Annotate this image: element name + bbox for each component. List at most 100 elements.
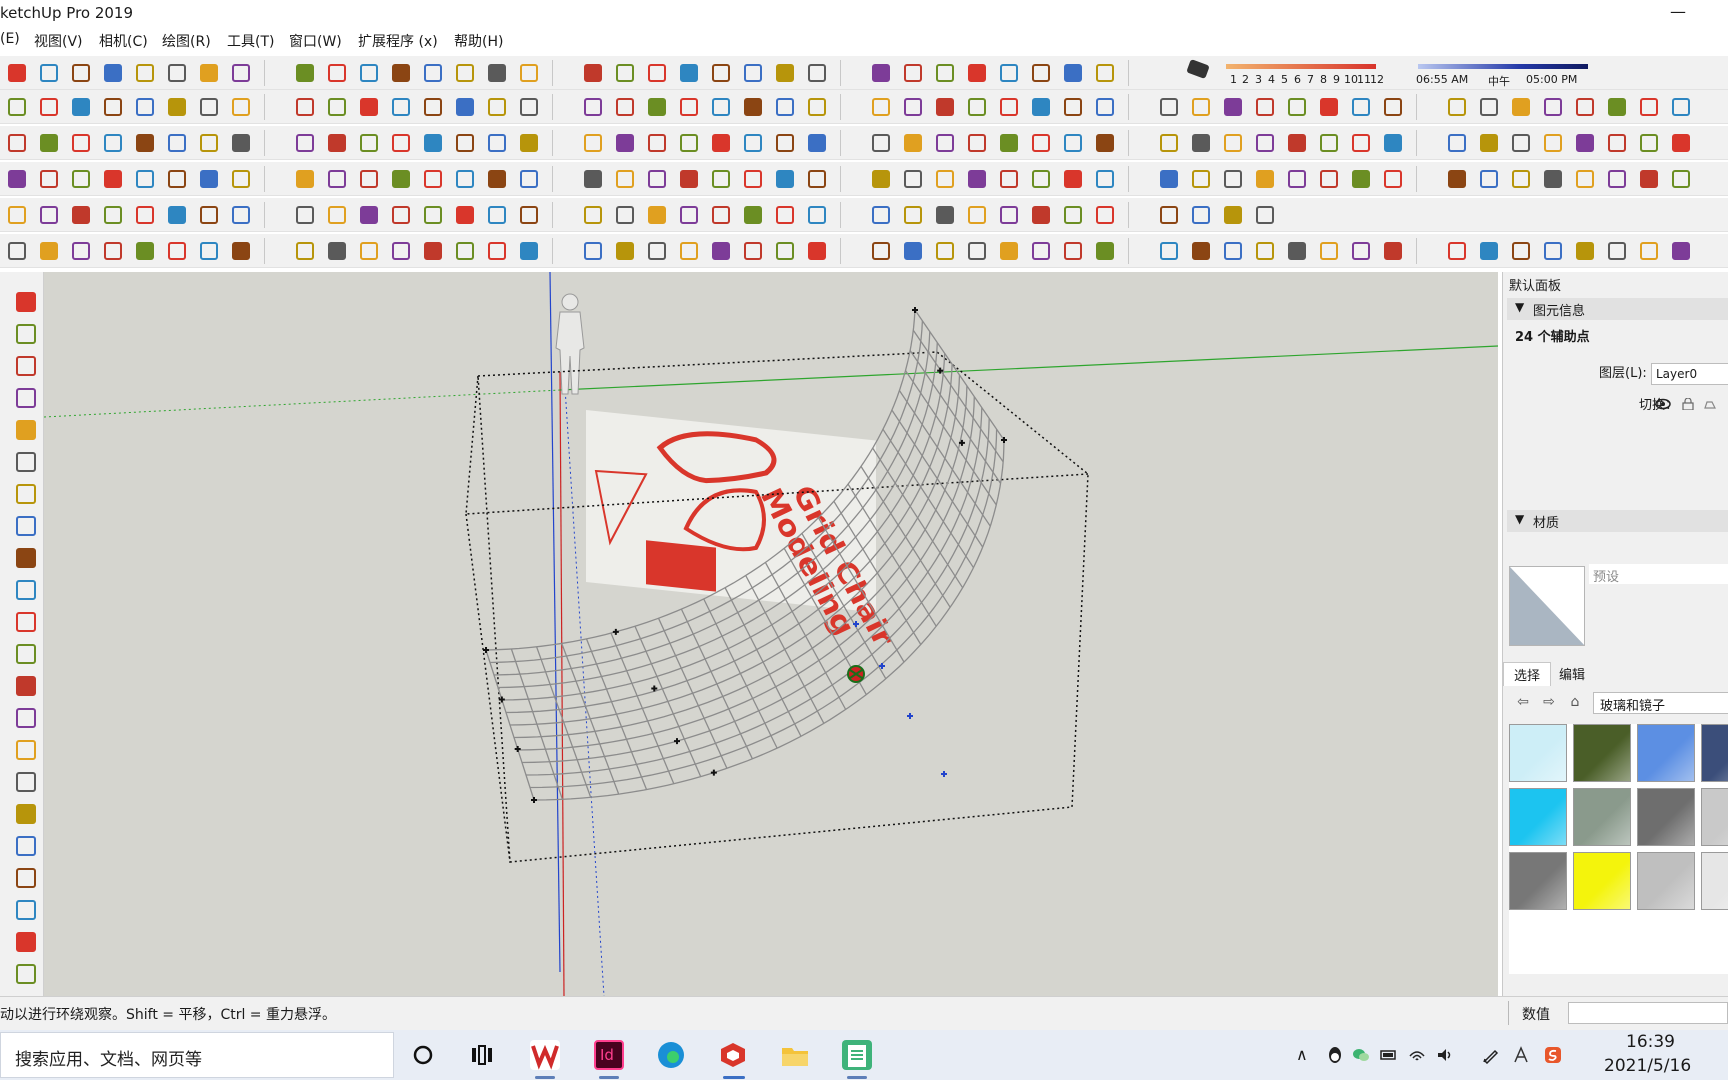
toolbar-tool-icon[interactable] bbox=[488, 242, 506, 260]
back-arrow-icon[interactable]: ⇦ bbox=[1515, 694, 1531, 710]
volume-icon[interactable] bbox=[1436, 1046, 1454, 1064]
toolbar-tool-icon[interactable] bbox=[744, 134, 762, 152]
toolbar-tool-icon[interactable] bbox=[8, 64, 26, 82]
large-tool-icon[interactable] bbox=[16, 484, 36, 504]
toolbar-tool-icon[interactable] bbox=[104, 170, 122, 188]
toolbar-tool-icon[interactable] bbox=[424, 170, 442, 188]
toolbar-tool-icon[interactable] bbox=[424, 242, 442, 260]
toolbar-tool-icon[interactable] bbox=[40, 242, 58, 260]
measurements-box[interactable] bbox=[1568, 1002, 1728, 1024]
toolbar-tool-icon[interactable] bbox=[872, 206, 890, 224]
toolbar-tool-icon[interactable] bbox=[104, 206, 122, 224]
large-tool-icon[interactable] bbox=[16, 964, 36, 984]
toolbar-tool-icon[interactable] bbox=[1448, 170, 1466, 188]
material-swatch[interactable] bbox=[1637, 788, 1695, 846]
toolbar-tool-icon[interactable] bbox=[1096, 242, 1114, 260]
toolbar-tool-icon[interactable] bbox=[328, 98, 346, 116]
toolbar-tool-icon[interactable] bbox=[712, 98, 730, 116]
toolbar-tool-icon[interactable] bbox=[40, 170, 58, 188]
large-tool-icon[interactable] bbox=[16, 452, 36, 472]
toolbar-tool-icon[interactable] bbox=[1096, 206, 1114, 224]
toolbar-tool-icon[interactable] bbox=[200, 206, 218, 224]
indesign-app-icon[interactable]: Id bbox=[594, 1040, 624, 1070]
layer-dropdown[interactable]: Layer0 bbox=[1651, 363, 1728, 385]
toolbar-tool-icon[interactable] bbox=[136, 98, 154, 116]
toolbar-tool-icon[interactable] bbox=[1064, 242, 1082, 260]
toolbar-tool-icon[interactable] bbox=[1096, 64, 1114, 82]
toolbar-tool-icon[interactable] bbox=[72, 134, 90, 152]
toolbar-tool-icon[interactable] bbox=[648, 64, 666, 82]
toolbar-tool-icon[interactable] bbox=[936, 242, 954, 260]
toolbar-tool-icon[interactable] bbox=[232, 64, 250, 82]
material-swatch[interactable] bbox=[1573, 724, 1631, 782]
toolbar-tool-icon[interactable] bbox=[392, 64, 410, 82]
toolbar-tool-icon[interactable] bbox=[1672, 98, 1690, 116]
toolbar-tool-icon[interactable] bbox=[1288, 98, 1306, 116]
toolbar-tool-icon[interactable] bbox=[776, 64, 794, 82]
toolbar-tool-icon[interactable] bbox=[520, 242, 538, 260]
toolbar-tool-icon[interactable] bbox=[1544, 98, 1562, 116]
toolbar-tool-icon[interactable] bbox=[72, 98, 90, 116]
toolbar-tool-icon[interactable] bbox=[808, 134, 826, 152]
toolbar-tool-icon[interactable] bbox=[968, 98, 986, 116]
toolbar-tool-icon[interactable] bbox=[1160, 242, 1178, 260]
toolbar-tool-icon[interactable] bbox=[488, 170, 506, 188]
sogou-icon[interactable] bbox=[1544, 1046, 1562, 1064]
toolbar-tool-icon[interactable] bbox=[1192, 242, 1210, 260]
toolbar-tool-icon[interactable] bbox=[584, 206, 602, 224]
toolbar-tool-icon[interactable] bbox=[1000, 242, 1018, 260]
toolbar-tool-icon[interactable] bbox=[136, 206, 154, 224]
menu-window[interactable]: 窗口(W) bbox=[289, 31, 342, 51]
material-swatch[interactable] bbox=[1701, 852, 1728, 910]
toolbar-tool-icon[interactable] bbox=[424, 64, 442, 82]
toolbar-tool-icon[interactable] bbox=[712, 170, 730, 188]
notepad-app-icon[interactable] bbox=[842, 1040, 872, 1070]
toolbar-tool-icon[interactable] bbox=[520, 64, 538, 82]
toolbar-tool-icon[interactable] bbox=[808, 242, 826, 260]
clock-time[interactable]: 16:39 bbox=[1626, 1032, 1675, 1052]
toolbar-tool-icon[interactable] bbox=[584, 170, 602, 188]
toolbar-tool-icon[interactable] bbox=[1256, 98, 1274, 116]
toolbar-tool-icon[interactable] bbox=[8, 170, 26, 188]
toolbar-tool-icon[interactable] bbox=[392, 170, 410, 188]
toolbar-tool-icon[interactable] bbox=[1576, 242, 1594, 260]
toolbar-tool-icon[interactable] bbox=[456, 170, 474, 188]
material-swatch[interactable] bbox=[1701, 724, 1728, 782]
toolbar-tool-icon[interactable] bbox=[680, 242, 698, 260]
wechat-icon[interactable] bbox=[1352, 1046, 1370, 1064]
toolbar-tool-icon[interactable] bbox=[328, 206, 346, 224]
toolbar-tool-icon[interactable] bbox=[40, 134, 58, 152]
toolbar-tool-icon[interactable] bbox=[1000, 170, 1018, 188]
pen-icon[interactable] bbox=[1482, 1046, 1500, 1064]
wifi-icon[interactable] bbox=[1408, 1046, 1426, 1064]
large-tool-icon[interactable] bbox=[16, 548, 36, 568]
battery-icon[interactable] bbox=[1380, 1046, 1398, 1064]
toolbar-tool-icon[interactable] bbox=[168, 134, 186, 152]
toolbar-tool-icon[interactable] bbox=[168, 170, 186, 188]
toolbar-tool-icon[interactable] bbox=[1192, 206, 1210, 224]
toolbar-tool-icon[interactable] bbox=[520, 134, 538, 152]
toolbar-tool-icon[interactable] bbox=[1352, 134, 1370, 152]
material-swatch[interactable] bbox=[1701, 788, 1728, 846]
toolbar-tool-icon[interactable] bbox=[488, 206, 506, 224]
toolbar-tool-icon[interactable] bbox=[1544, 134, 1562, 152]
toolbar-tool-icon[interactable] bbox=[904, 64, 922, 82]
large-tool-icon[interactable] bbox=[16, 580, 36, 600]
toolbar-tool-icon[interactable] bbox=[104, 242, 122, 260]
minimize-button[interactable]: — bbox=[1666, 2, 1690, 24]
toolbar-tool-icon[interactable] bbox=[872, 98, 890, 116]
toolbar-tool-icon[interactable] bbox=[8, 206, 26, 224]
toolbar-tool-icon[interactable] bbox=[40, 98, 58, 116]
material-swatch[interactable] bbox=[1573, 788, 1631, 846]
toolbar-tool-icon[interactable] bbox=[72, 206, 90, 224]
toolbar-tool-icon[interactable] bbox=[584, 98, 602, 116]
material-name-field[interactable]: 预设 bbox=[1589, 564, 1728, 585]
taskbar-search[interactable]: 搜索应用、文档、网页等 bbox=[0, 1032, 394, 1078]
toolbar-tool-icon[interactable] bbox=[1064, 170, 1082, 188]
large-tool-icon[interactable] bbox=[16, 324, 36, 344]
toolbar-tool-icon[interactable] bbox=[296, 98, 314, 116]
toolbar-tool-icon[interactable] bbox=[1576, 134, 1594, 152]
toolbar-tool-icon[interactable] bbox=[616, 98, 634, 116]
shadow-settings[interactable]: 1 2 3 4 5 6 7 8 9 10 11 12 06:55 AM 中午 0… bbox=[1186, 58, 1592, 90]
toolbar-tool-icon[interactable] bbox=[776, 170, 794, 188]
